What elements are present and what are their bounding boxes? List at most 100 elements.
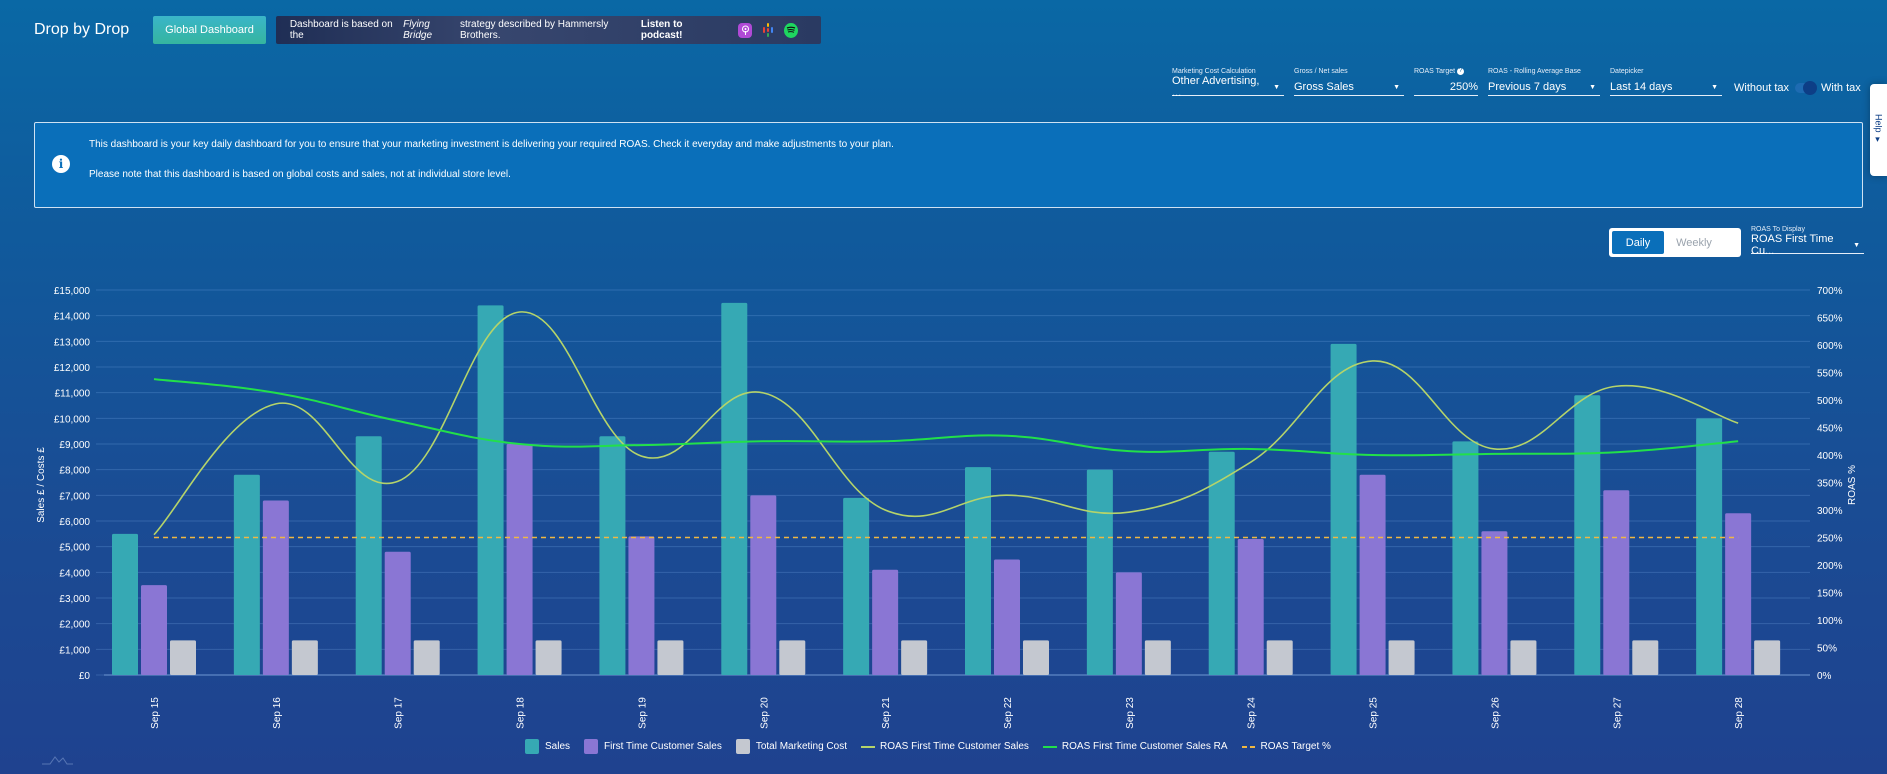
bar-sales[interactable] xyxy=(1452,441,1479,675)
bar-total-marketing-cost[interactable] xyxy=(1266,640,1293,675)
bar-first-time-customer-sales[interactable] xyxy=(1237,538,1264,675)
legend-item-roas-target[interactable]: ROAS Target % xyxy=(1241,741,1331,752)
x-tick-label: Sep 24 xyxy=(1247,697,1258,729)
bar-first-time-customer-sales[interactable] xyxy=(628,536,655,675)
x-tick-label: Sep 23 xyxy=(1125,697,1136,729)
legend-item-sales[interactable]: Sales xyxy=(525,739,570,754)
rolling-average-label: ROAS - Rolling Average Base xyxy=(1488,68,1581,75)
google-podcasts-icon[interactable] xyxy=(761,23,775,38)
legend-item-roas-ftc-ra[interactable]: ROAS First Time Customer Sales RA xyxy=(1042,741,1228,752)
marketing-cost-select[interactable]: Other Advertising, ... ▼ xyxy=(1172,75,1284,99)
marketing-cost-label: Marketing Cost Calculation xyxy=(1172,68,1256,75)
bar-total-marketing-cost[interactable] xyxy=(413,640,440,675)
bar-total-marketing-cost[interactable] xyxy=(1388,640,1415,675)
y2-tick-label: 250% xyxy=(1817,534,1843,545)
rolling-average-filter: ROAS - Rolling Average Base Previous 7 d… xyxy=(1488,68,1600,96)
bar-sales[interactable] xyxy=(1696,418,1723,675)
y2-tick-label: 200% xyxy=(1817,561,1843,572)
daily-option[interactable]: Daily xyxy=(1612,231,1664,254)
legend-item-first-time-customer-sales[interactable]: First Time Customer Sales xyxy=(584,739,722,754)
gross-net-value: Gross Sales xyxy=(1294,81,1354,93)
legend-dash xyxy=(1241,745,1256,748)
bar-total-marketing-cost[interactable] xyxy=(1632,640,1659,675)
bar-first-time-customer-sales[interactable] xyxy=(141,585,167,675)
bar-total-marketing-cost[interactable] xyxy=(1144,640,1171,675)
spotify-icon[interactable] xyxy=(783,22,798,38)
help-tab[interactable]: Help ▾ xyxy=(1870,84,1887,176)
bar-first-time-customer-sales[interactable] xyxy=(384,551,411,675)
x-tick-label: Sep 16 xyxy=(272,697,283,729)
bar-sales[interactable] xyxy=(843,497,870,675)
bar-sales[interactable] xyxy=(112,533,138,675)
bar-total-marketing-cost[interactable] xyxy=(1510,640,1537,675)
bar-first-time-customer-sales[interactable] xyxy=(1603,490,1630,675)
legend-label: Total Marketing Cost xyxy=(755,741,847,752)
bar-first-time-customer-sales[interactable] xyxy=(872,569,899,675)
line-roas-first-time-customer-sales[interactable] xyxy=(153,311,1739,536)
without-tax-label: Without tax xyxy=(1734,81,1790,94)
bar-sales[interactable] xyxy=(1330,343,1357,675)
roas-to-display-select[interactable]: ROAS First Time Cu... ▼ xyxy=(1751,233,1864,257)
y2-tick-label: 400% xyxy=(1817,451,1843,462)
help-question-icon[interactable]: ? xyxy=(1457,68,1465,75)
global-dashboard-button[interactable]: Global Dashboard xyxy=(153,16,266,44)
with-tax-label: With tax xyxy=(1821,81,1861,94)
y-tick-label: £12,000 xyxy=(54,363,91,374)
left-axis-label: Sales £ / Costs £ xyxy=(36,447,47,523)
bar-sales[interactable] xyxy=(1574,395,1601,675)
bar-total-marketing-cost[interactable] xyxy=(535,640,562,675)
chart-legend: Sales First Time Customer Sales Total Ma… xyxy=(525,739,1345,754)
roas-target-input[interactable]: 250% xyxy=(1414,79,1478,96)
bar-first-time-customer-sales[interactable] xyxy=(506,444,533,675)
chevron-down-icon: ▼ xyxy=(1589,83,1596,91)
switch-knob xyxy=(1803,80,1818,95)
bar-total-marketing-cost[interactable] xyxy=(901,640,928,675)
chevron-down-icon: ▼ xyxy=(1853,241,1860,249)
chevron-down-icon: ▼ xyxy=(1273,83,1280,91)
bar-first-time-customer-sales[interactable] xyxy=(994,559,1020,676)
y-tick-label: £9,000 xyxy=(59,440,90,451)
bar-sales[interactable] xyxy=(233,474,260,675)
roas-target-value: 250% xyxy=(1449,81,1478,93)
sales-roas-chart: £0 £1,000 £2,000 £3,000 £4,000 £5,000 £6,000 £7… xyxy=(36,286,1858,729)
bar-total-marketing-cost[interactable] xyxy=(779,640,806,675)
gross-net-select[interactable]: Gross Sales ▼ xyxy=(1294,79,1404,96)
gross-net-label: Gross / Net sales xyxy=(1294,68,1348,75)
bar-sales[interactable] xyxy=(599,436,626,675)
datepicker-select[interactable]: Last 14 days ▼ xyxy=(1610,79,1722,96)
bar-sales[interactable] xyxy=(721,302,748,675)
bar-total-marketing-cost[interactable] xyxy=(291,640,318,675)
x-tick-label: Sep 21 xyxy=(881,697,892,729)
apple-podcasts-icon[interactable] xyxy=(738,22,753,38)
legend-line xyxy=(1042,745,1057,748)
bar-first-time-customer-sales[interactable] xyxy=(1481,531,1508,675)
bar-sales[interactable] xyxy=(1086,469,1113,675)
y2-tick-label: 650% xyxy=(1817,314,1843,325)
x-tick-label: Sep 15 xyxy=(150,697,161,729)
y-tick-label: £2,000 xyxy=(59,620,90,631)
bar-first-time-customer-sales[interactable] xyxy=(262,500,289,675)
chevron-down-icon: ▼ xyxy=(1711,83,1718,91)
bar-sales[interactable] xyxy=(477,305,504,675)
y2-tick-label: 700% xyxy=(1817,286,1843,297)
period-toggle: Daily Weekly xyxy=(1609,228,1741,257)
banner-strategy-name: Flying Bridge xyxy=(403,19,433,41)
legend-label: First Time Customer Sales xyxy=(604,741,722,752)
legend-item-total-marketing-cost[interactable]: Total Marketing Cost xyxy=(735,739,847,754)
y-tick-label: £3,000 xyxy=(59,594,90,605)
bar-total-marketing-cost[interactable] xyxy=(170,640,196,675)
bar-total-marketing-cost[interactable] xyxy=(657,640,684,675)
bar-first-time-customer-sales[interactable] xyxy=(1115,572,1142,675)
x-tick-label: Sep 17 xyxy=(394,697,405,729)
info-line-2: Please note that this dashboard is based… xyxy=(89,169,511,180)
legend-item-roas-ftc[interactable]: ROAS First Time Customer Sales xyxy=(860,741,1029,752)
bar-total-marketing-cost[interactable] xyxy=(1023,640,1049,675)
tax-switch[interactable] xyxy=(1795,80,1818,95)
roas-target-label: ROAS Target xyxy=(1414,68,1456,75)
rolling-average-select[interactable]: Previous 7 days ▼ xyxy=(1488,79,1600,96)
bar-total-marketing-cost[interactable] xyxy=(1754,640,1781,675)
bar-first-time-customer-sales[interactable] xyxy=(1359,474,1386,675)
legend-label: Sales xyxy=(545,741,571,752)
weekly-option[interactable]: Weekly xyxy=(1668,231,1720,254)
bar-first-time-customer-sales[interactable] xyxy=(750,495,777,675)
